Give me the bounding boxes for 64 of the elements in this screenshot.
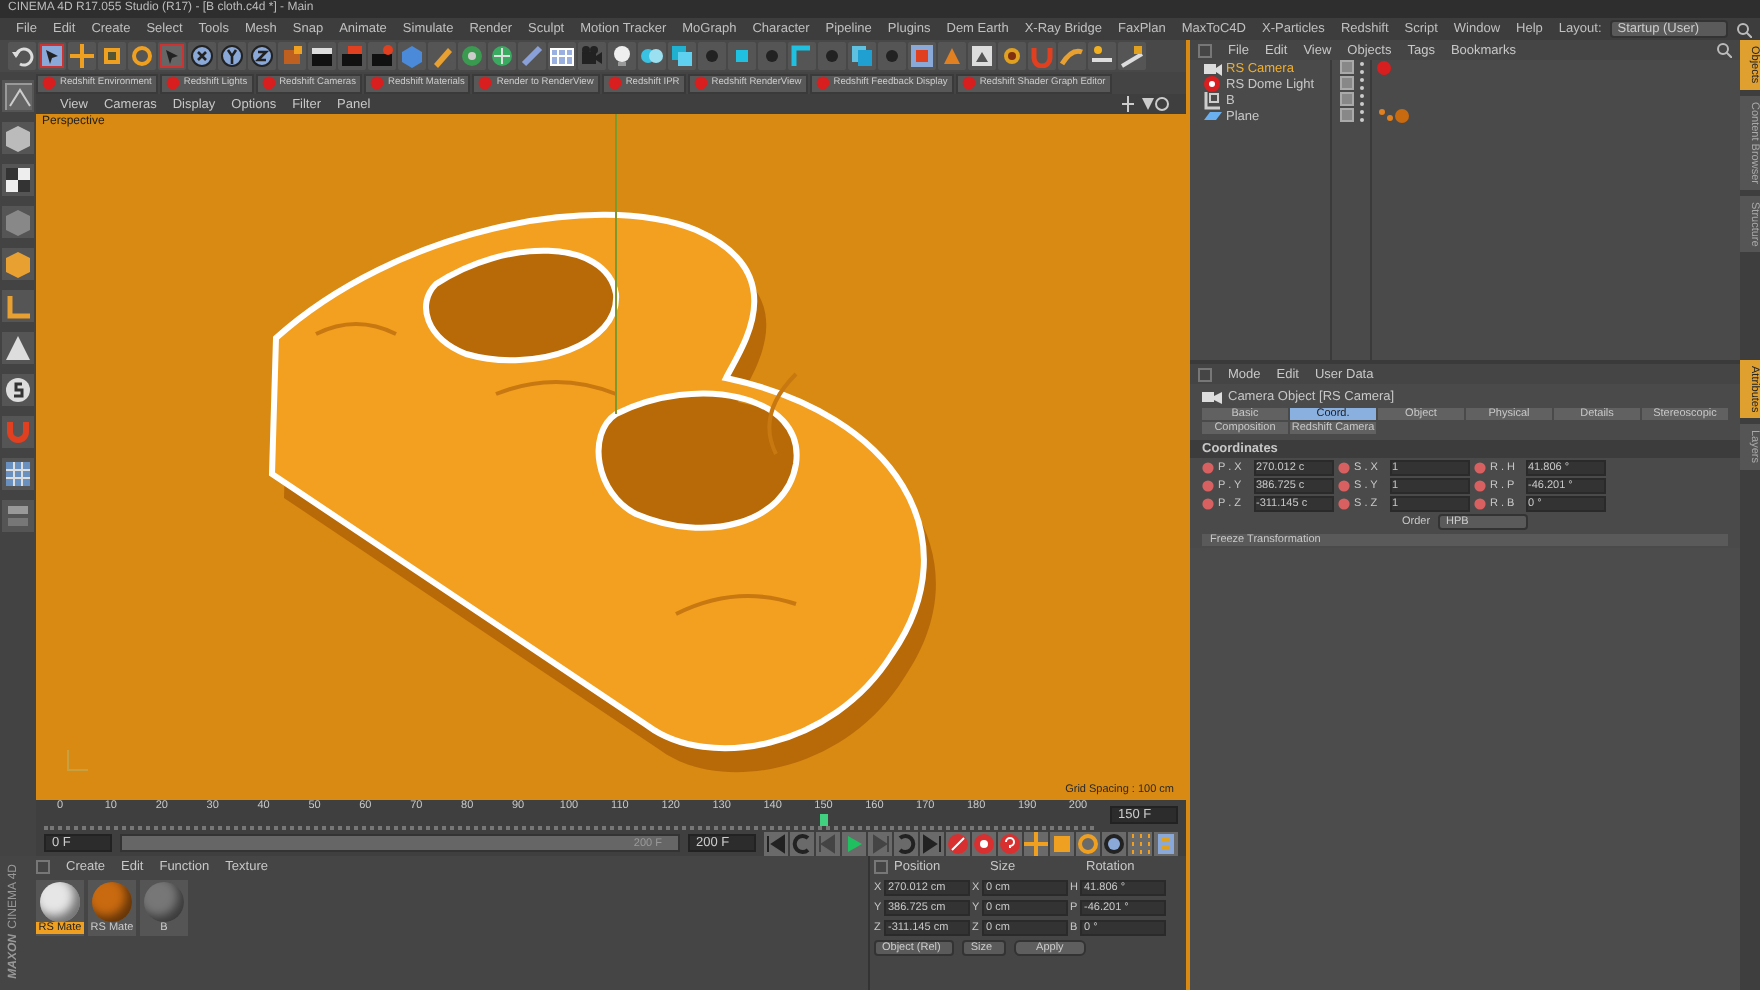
dot-icon[interactable] <box>880 44 904 68</box>
step-forward-icon[interactable] <box>868 831 892 855</box>
loop-icon[interactable] <box>790 831 814 855</box>
cursor-icon[interactable] <box>40 44 64 68</box>
dollar-icon[interactable] <box>4 376 32 404</box>
redshift-icon <box>261 76 276 90</box>
rotate-icon[interactable] <box>1076 831 1100 855</box>
light-bulb-icon[interactable] <box>610 44 634 68</box>
grid-icon[interactable] <box>550 44 574 68</box>
redshift-icon <box>961 76 976 90</box>
playhead[interactable] <box>819 814 828 826</box>
pen-icon[interactable] <box>430 44 454 68</box>
redshift-icon <box>369 76 384 90</box>
panel-grip-icon <box>1198 43 1212 57</box>
checker-icon[interactable] <box>4 166 32 194</box>
redshift-icon <box>815 76 830 90</box>
camera-icon <box>1202 388 1222 404</box>
y-axis-icon[interactable] <box>220 44 244 68</box>
redshift-icon <box>693 76 708 90</box>
cubes-icon[interactable] <box>850 44 874 68</box>
stack-icon[interactable] <box>4 502 32 530</box>
cubes-icon[interactable] <box>730 44 754 68</box>
scale-icon[interactable] <box>1050 831 1074 855</box>
z-axis-icon[interactable] <box>250 44 274 68</box>
cube-icon[interactable] <box>4 124 32 152</box>
redshift-icon <box>42 76 56 90</box>
cursor-icon[interactable] <box>160 44 184 68</box>
cubes-icon[interactable] <box>670 44 694 68</box>
redshift-icon <box>607 76 622 90</box>
rotate-icon[interactable] <box>130 44 154 68</box>
dot-icon[interactable] <box>760 44 784 68</box>
cube-icon[interactable] <box>400 44 424 68</box>
redshift-icon <box>165 76 180 90</box>
plane-icon <box>1202 106 1222 126</box>
search-icon[interactable] <box>1716 42 1732 58</box>
move-icon[interactable] <box>70 44 94 68</box>
undo-icon[interactable] <box>10 44 34 68</box>
dot-icon[interactable] <box>700 44 724 68</box>
redshift-icon <box>478 76 493 90</box>
dots-grid-icon[interactable] <box>1128 831 1152 855</box>
cube-icon[interactable] <box>4 250 32 278</box>
x-axis-icon[interactable] <box>190 44 214 68</box>
search-icon[interactable] <box>1736 21 1752 37</box>
go-start-icon[interactable] <box>764 831 788 855</box>
navigate-icon[interactable] <box>1122 96 1170 112</box>
move-icon[interactable] <box>1024 831 1048 855</box>
corner-icon[interactable] <box>4 292 32 320</box>
cube-icon[interactable] <box>4 208 32 236</box>
axis-gizmo-icon <box>67 749 89 771</box>
cone-icon[interactable] <box>4 334 32 362</box>
spheres-icon[interactable] <box>640 44 664 68</box>
wireframe-icon[interactable] <box>4 82 32 110</box>
loop-icon[interactable] <box>894 831 918 855</box>
scale-icon[interactable] <box>100 44 124 68</box>
camera-icon <box>1202 58 1222 78</box>
dot-icon[interactable] <box>820 44 844 68</box>
panel-grip-icon <box>1198 367 1212 381</box>
panel-grip-icon <box>36 859 50 873</box>
bracket-icon[interactable] <box>790 44 814 68</box>
material-tags-icon[interactable] <box>1376 108 1412 124</box>
panel-grip-icon <box>874 859 888 873</box>
grid-icon[interactable] <box>4 460 32 488</box>
render-window-icon[interactable] <box>910 44 934 68</box>
help-icon[interactable] <box>998 831 1022 855</box>
